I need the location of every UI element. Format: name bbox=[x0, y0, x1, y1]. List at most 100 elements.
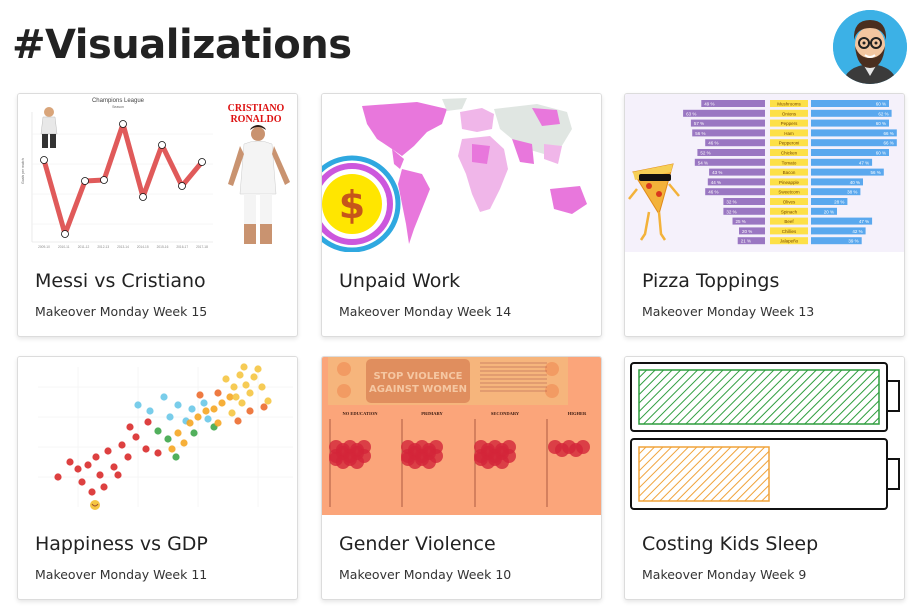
pizza-topping-name: Chicken bbox=[781, 151, 798, 156]
pizza-right-label: 47 % bbox=[859, 160, 869, 165]
scatter-dot bbox=[242, 381, 250, 389]
pizza-topping-name: Peppers bbox=[781, 121, 799, 126]
pizza-topping-name: Jalapeño bbox=[780, 239, 799, 244]
scatter-dot bbox=[146, 407, 154, 415]
scatter-dot bbox=[238, 399, 246, 407]
scatter-dot bbox=[228, 409, 236, 417]
card-title[interactable]: Pizza Toppings bbox=[642, 270, 779, 292]
card-unpaid-work[interactable]: $ Unpaid Work Makeover Monday Week 14 bbox=[321, 93, 602, 337]
scatter-dot bbox=[74, 465, 82, 473]
card-happiness-vs-gdp[interactable]: Happiness vs GDP Makeover Monday Week 11 bbox=[17, 356, 298, 600]
thumb-x-tick: 2010-11 bbox=[58, 245, 70, 249]
card-title[interactable]: Unpaid Work bbox=[339, 270, 460, 292]
scatter-dot bbox=[118, 441, 126, 449]
pizza-left-label: 25 % bbox=[736, 219, 746, 224]
scatter-dot bbox=[218, 399, 226, 407]
scatter-dot bbox=[264, 397, 272, 405]
scatter-dot bbox=[260, 403, 268, 411]
scatter-dot bbox=[110, 463, 118, 471]
scatter-dot bbox=[84, 461, 92, 469]
pizza-right-label: 60 % bbox=[876, 121, 886, 126]
thumb-x-tick: 2012-13 bbox=[97, 245, 109, 249]
page-title: #Visualizations bbox=[12, 22, 352, 68]
thumb-x-tick: 2011-12 bbox=[78, 245, 90, 249]
gv-dot bbox=[495, 455, 509, 469]
card-subtitle: Makeover Monday Week 10 bbox=[339, 567, 512, 582]
scatter-dot bbox=[246, 407, 254, 415]
card-title[interactable]: Costing Kids Sleep bbox=[642, 533, 818, 555]
pizza-topping-name: Olives bbox=[783, 200, 796, 205]
scatter-dot bbox=[196, 391, 204, 399]
gv-column-label: PRIMARY bbox=[421, 411, 443, 416]
pizza-right-label: 60 % bbox=[876, 151, 886, 156]
scatter-dot bbox=[126, 423, 134, 431]
scatter-dot bbox=[104, 447, 112, 455]
scatter-dot bbox=[254, 365, 262, 373]
card-thumbnail bbox=[18, 357, 297, 515]
card-subtitle: Makeover Monday Week 13 bbox=[642, 304, 815, 319]
card-thumbnail bbox=[625, 357, 904, 515]
bearded-man-avatar-icon[interactable] bbox=[833, 10, 907, 84]
pizza-right-label: 20 % bbox=[824, 209, 834, 214]
scatter-dot bbox=[186, 419, 194, 427]
scatter-dot bbox=[100, 483, 108, 491]
scatter-dot bbox=[154, 449, 162, 457]
thumb-x-tick: 2013-14 bbox=[117, 245, 129, 249]
thumb-banner-line2: RONALDO bbox=[230, 114, 281, 125]
pizza-left-label: 57 % bbox=[694, 121, 704, 126]
gv-column-label: NO EDUCATION bbox=[342, 411, 378, 416]
scatter-dot bbox=[88, 488, 96, 496]
card-thumbnail: Champions League Season Goals per match … bbox=[18, 94, 297, 252]
scatter-dot bbox=[174, 401, 182, 409]
thumb-x-tick: 2009-10 bbox=[38, 245, 50, 249]
scatter-dot bbox=[202, 407, 210, 415]
pizza-topping-name: Chillies bbox=[782, 229, 797, 234]
card-messi-vs-cristiano[interactable]: Champions League Season Goals per match … bbox=[17, 93, 298, 337]
card-gender-violence[interactable]: STOP VIOLENCE AGAINST WOMEN NO EDUCATION… bbox=[321, 356, 602, 600]
pizza-topping-name: Spinach bbox=[781, 209, 798, 214]
scatter-dot bbox=[230, 383, 238, 391]
scatter-dot bbox=[236, 371, 244, 379]
pizza-topping-name: Sweetcorn bbox=[778, 190, 800, 195]
gv-dot bbox=[576, 440, 590, 454]
scatter-dot bbox=[222, 375, 230, 383]
scatter-dot bbox=[78, 478, 86, 486]
pizza-left-label: 56 % bbox=[695, 131, 705, 136]
scatter-dot bbox=[180, 439, 188, 447]
scatter-dot bbox=[210, 405, 218, 413]
thumb-banner-line1: CRISTIANO bbox=[228, 103, 285, 114]
card-costing-kids-sleep[interactable]: Costing Kids Sleep Makeover Monday Week … bbox=[624, 356, 905, 600]
pizza-topping-name: Onions bbox=[782, 111, 797, 116]
pizza-right-label: 42 % bbox=[852, 229, 862, 234]
card-thumbnail: STOP VIOLENCE AGAINST WOMEN NO EDUCATION… bbox=[322, 357, 601, 515]
scatter-dot bbox=[250, 373, 258, 381]
card-subtitle: Makeover Monday Week 9 bbox=[642, 567, 807, 582]
scatter-dot bbox=[204, 415, 212, 423]
scatter-dot bbox=[124, 453, 132, 461]
scatter-dot bbox=[144, 418, 152, 426]
pizza-topping-name: Pepperoni bbox=[779, 141, 800, 146]
pizza-right-label: 56 % bbox=[871, 170, 881, 175]
thumb-x-tick: 2014-15 bbox=[137, 245, 149, 249]
pizza-left-label: 49 % bbox=[704, 102, 714, 107]
thumb-x-tick: 2015-16 bbox=[157, 245, 169, 249]
card-pizza-toppings[interactable]: 49 % Mushrooms 60 % 63 % Onions 62 % 57 % Peppe… bbox=[624, 93, 905, 337]
thumb-x-tick: 2017-18 bbox=[196, 245, 208, 249]
pizza-topping-name: Pineapple bbox=[779, 180, 800, 185]
card-subtitle: Makeover Monday Week 14 bbox=[339, 304, 512, 319]
card-thumbnail: 49 % Mushrooms 60 % 63 % Onions 62 % 57 % Peppe… bbox=[625, 94, 904, 252]
card-title[interactable]: Messi vs Cristiano bbox=[35, 270, 206, 292]
pizza-topping-name: Beef bbox=[784, 219, 794, 224]
pizza-left-label: 32 % bbox=[726, 200, 736, 205]
dollar-icon: $ bbox=[339, 183, 365, 227]
pizza-left-label: 44 % bbox=[711, 180, 721, 185]
scatter-dot bbox=[190, 429, 198, 437]
scatter-dot bbox=[164, 435, 172, 443]
card-title[interactable]: Happiness vs GDP bbox=[35, 533, 208, 555]
scatter-dot bbox=[246, 389, 254, 397]
scatter-dot bbox=[142, 445, 150, 453]
pizza-right-label: 38 % bbox=[847, 190, 857, 195]
card-subtitle: Makeover Monday Week 11 bbox=[35, 567, 208, 582]
card-title[interactable]: Gender Violence bbox=[339, 533, 496, 555]
pizza-topping-name: Mushrooms bbox=[777, 102, 801, 107]
